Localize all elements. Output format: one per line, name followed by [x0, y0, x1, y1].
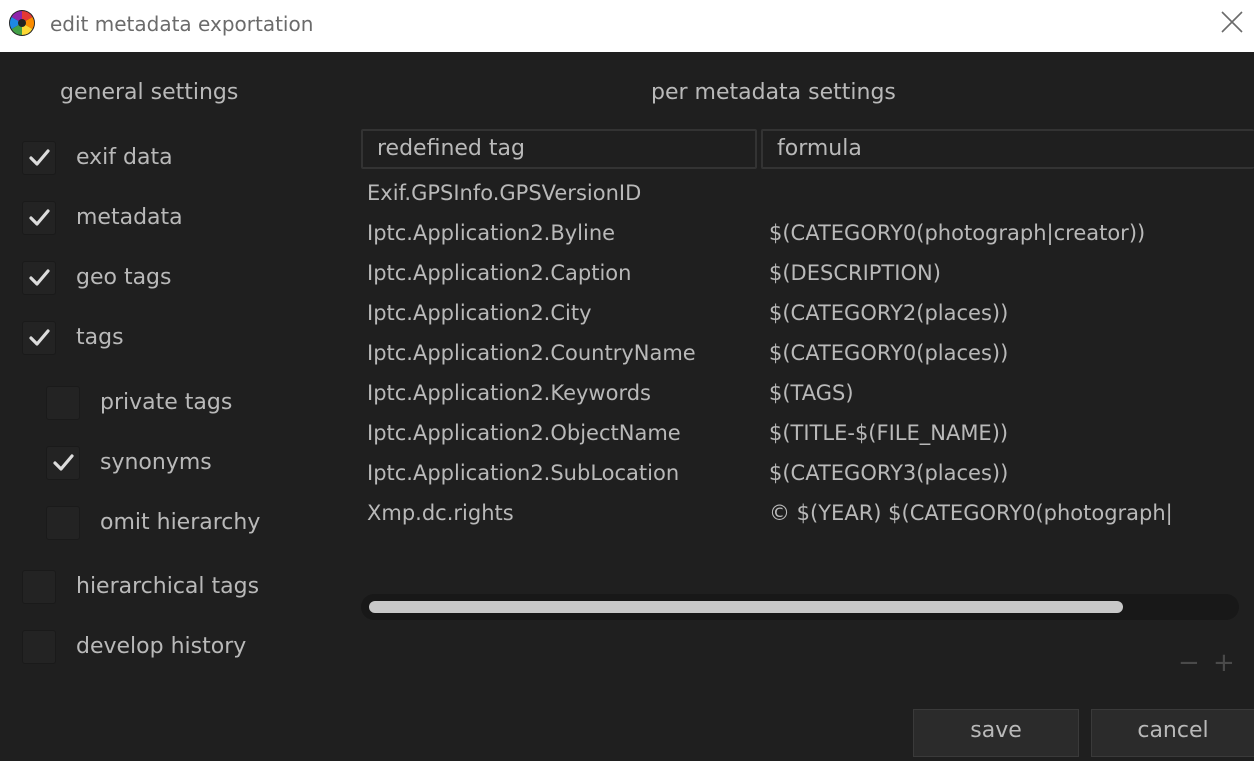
checkbox-box[interactable]	[46, 386, 80, 420]
checkbox-label: metadata	[76, 205, 183, 230]
checkbox-label: synonyms	[100, 450, 212, 475]
checkmark-icon	[53, 454, 74, 471]
formula-cell: $(CATEGORY0(places))	[769, 341, 1009, 365]
tag-cell: Exif.GPSInfo.GPSVersionID	[367, 181, 642, 205]
tag-cell: Iptc.Application2.Caption	[367, 261, 632, 285]
formula-cell: $(DESCRIPTION)	[769, 261, 941, 285]
table-row[interactable]: Iptc.Application2.Byline $(CATEGORY0(pho…	[362, 217, 1240, 257]
formula-cell: $(CATEGORY3(places))	[769, 461, 1009, 485]
checkbox-box[interactable]	[22, 201, 56, 235]
remove-row-button[interactable]: −	[1178, 648, 1200, 678]
add-row-button[interactable]: +	[1213, 648, 1235, 678]
formula-cell: $(TITLE-$(FILE_NAME))	[769, 421, 1009, 445]
checkmark-icon	[29, 329, 50, 346]
checkbox-box[interactable]	[22, 630, 56, 664]
column-header-label: formula	[777, 136, 862, 161]
checkmark-icon	[29, 149, 50, 166]
checkbox-label: exif data	[76, 145, 173, 170]
table-row[interactable]: Iptc.Application2.Caption $(DESCRIPTION)	[362, 257, 1240, 297]
checkmark-icon	[29, 269, 50, 286]
checkbox-label: geo tags	[76, 265, 172, 290]
darktable-logo-icon	[9, 10, 35, 36]
formula-cell: $(CATEGORY2(places))	[769, 301, 1009, 325]
general-settings-header: general settings	[60, 80, 239, 105]
table-row[interactable]: Iptc.Application2.Keywords $(TAGS)	[362, 377, 1240, 417]
checkmark-icon	[29, 209, 50, 226]
tag-cell: Iptc.Application2.City	[367, 301, 592, 325]
column-header-redefined-tag[interactable]: redefined tag	[361, 129, 757, 169]
close-button[interactable]	[1208, 0, 1254, 46]
tag-cell: Iptc.Application2.ObjectName	[367, 421, 681, 445]
table-row[interactable]: Xmp.dc.rights © $(YEAR) $(CATEGORY0(phot…	[362, 497, 1240, 537]
checkbox-box[interactable]	[22, 570, 56, 604]
checkbox-box[interactable]	[46, 446, 80, 480]
checkbox-label: develop history	[76, 634, 247, 659]
table-row[interactable]: Iptc.Application2.ObjectName $(TITLE-$(F…	[362, 417, 1240, 457]
formula-cell: © $(YEAR) $(CATEGORY0(photograph|	[769, 501, 1173, 525]
table-row[interactable]: Iptc.Application2.SubLocation $(CATEGORY…	[362, 457, 1240, 497]
save-button[interactable]: save	[913, 709, 1079, 757]
per-metadata-settings-header: per metadata settings	[651, 80, 896, 105]
window-title: edit metadata exportation	[50, 12, 314, 36]
checkbox-box[interactable]	[22, 321, 56, 355]
tag-cell: Xmp.dc.rights	[367, 501, 514, 525]
column-header-formula[interactable]: formula	[761, 129, 1254, 169]
tag-cell: Iptc.Application2.CountryName	[367, 341, 696, 365]
dialog-body: general settings exif data metadata geo …	[0, 52, 1254, 761]
checkbox-label: private tags	[100, 390, 233, 415]
table-row[interactable]: Iptc.Application2.City $(CATEGORY2(place…	[362, 297, 1240, 337]
checkbox-box[interactable]	[46, 506, 80, 540]
horizontal-scrollbar[interactable]	[361, 594, 1239, 620]
title-bar: edit metadata exportation	[0, 0, 1254, 52]
formula-cell: $(TAGS)	[769, 381, 854, 405]
column-header-label: redefined tag	[377, 136, 525, 161]
checkbox-label: tags	[76, 325, 124, 350]
checkbox-box[interactable]	[22, 261, 56, 295]
cancel-button[interactable]: cancel	[1091, 709, 1254, 757]
tag-cell: Iptc.Application2.Byline	[367, 221, 616, 245]
checkbox-box[interactable]	[22, 141, 56, 175]
checkbox-label: hierarchical tags	[76, 574, 260, 599]
scrollbar-thumb[interactable]	[369, 601, 1123, 613]
tag-cell: Iptc.Application2.SubLocation	[367, 461, 680, 485]
table-row[interactable]: Exif.GPSInfo.GPSVersionID	[362, 177, 1240, 217]
checkbox-label: omit hierarchy	[100, 510, 261, 535]
formula-cell: $(CATEGORY0(photograph|creator))	[769, 221, 1146, 245]
tag-cell: Iptc.Application2.Keywords	[367, 381, 651, 405]
metadata-table[interactable]: Exif.GPSInfo.GPSVersionID Iptc.Applicati…	[362, 177, 1240, 537]
table-row[interactable]: Iptc.Application2.CountryName $(CATEGORY…	[362, 337, 1240, 377]
close-icon	[1221, 11, 1243, 33]
